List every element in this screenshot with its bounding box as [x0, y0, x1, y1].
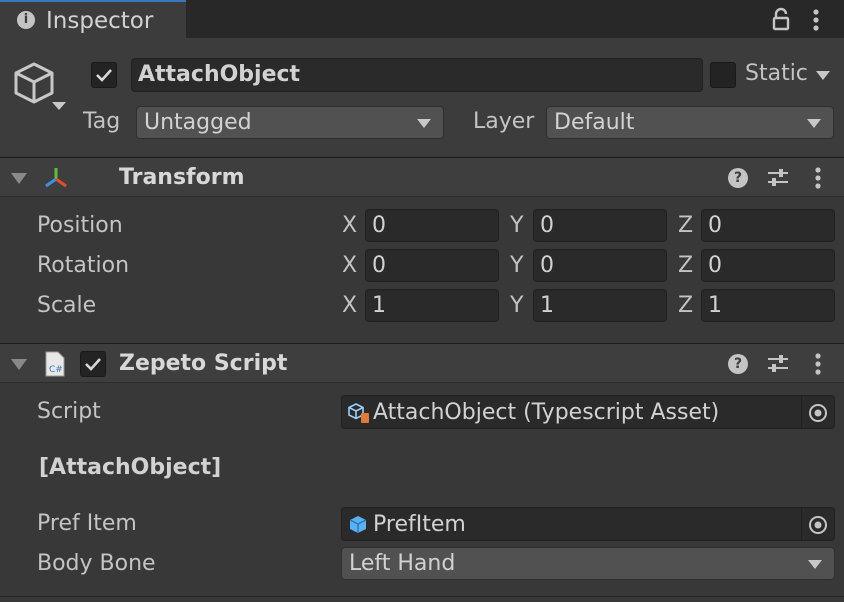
preset-sliders-icon[interactable]	[766, 353, 790, 375]
dropdown-arrow-icon	[417, 119, 431, 128]
rotation-x-axis[interactable]: X	[342, 253, 357, 278]
object-picker-icon	[809, 516, 827, 534]
pref-item-value: PrefItem	[373, 512, 466, 537]
preset-sliders-icon[interactable]	[766, 167, 790, 189]
lock-icon[interactable]	[770, 7, 792, 31]
object-name-field[interactable]: AttachObject	[131, 58, 703, 92]
tag-label: Tag	[83, 109, 121, 134]
object-picker-icon	[809, 404, 827, 422]
check-icon	[85, 358, 101, 371]
script-picker[interactable]	[801, 396, 834, 428]
script-label: Script	[37, 399, 101, 424]
dropdown-arrow-icon	[807, 119, 821, 128]
scale-x-axis[interactable]: X	[342, 293, 357, 318]
check-icon	[96, 69, 112, 82]
scale-x-field[interactable]: 1	[365, 289, 499, 322]
rotation-z-axis[interactable]: Z	[678, 253, 693, 278]
scale-y-field[interactable]: 1	[533, 289, 667, 322]
gameobject-cube-icon[interactable]	[12, 60, 68, 112]
static-checkbox[interactable]	[710, 62, 736, 88]
body-bone-label: Body Bone	[37, 551, 156, 576]
transform-title: Transform	[119, 165, 245, 190]
static-label[interactable]: Static	[745, 61, 808, 86]
pref-item-object-field[interactable]: PrefItem	[341, 507, 835, 541]
layer-value: Default	[554, 110, 635, 135]
help-icon[interactable]: ?	[728, 168, 748, 188]
rotation-x-field[interactable]: 0	[365, 249, 499, 282]
section-header: [AttachObject]	[39, 455, 222, 480]
position-y-axis[interactable]: Y	[510, 213, 523, 238]
info-icon: i	[17, 11, 35, 29]
scale-label: Scale	[37, 293, 97, 318]
transform-header[interactable]: Transform ?	[0, 157, 844, 197]
foldout-arrow-icon[interactable]	[11, 359, 27, 370]
svg-text:C#: C#	[49, 365, 63, 375]
more-icon[interactable]	[810, 166, 826, 190]
help-icon[interactable]: ?	[728, 354, 748, 374]
script-object-field[interactable]: AttachObject (Typescript Asset)	[341, 395, 835, 429]
tag-dropdown[interactable]: Untagged	[136, 106, 444, 139]
position-label: Position	[37, 213, 123, 238]
rotation-y-field[interactable]: 0	[533, 249, 667, 282]
tab-bar: i Inspector	[0, 0, 844, 38]
transform-axes-icon	[45, 168, 67, 188]
zepeto-script-title: Zepeto Script	[119, 351, 288, 376]
tab-title: Inspector	[46, 8, 154, 34]
layer-dropdown[interactable]: Default	[546, 106, 834, 139]
inspector-tab[interactable]: i Inspector	[0, 0, 186, 38]
bottom-divider	[0, 596, 844, 597]
pref-item-picker[interactable]	[801, 508, 834, 540]
foldout-arrow-icon[interactable]	[11, 173, 27, 184]
static-dropdown-arrow-icon[interactable]	[815, 70, 831, 82]
more-icon[interactable]	[808, 8, 824, 32]
dropdown-arrow-icon	[808, 560, 822, 569]
position-y-field[interactable]: 0	[533, 209, 667, 242]
zepeto-script-header[interactable]: C# Zepeto Script ?	[0, 343, 844, 383]
csharp-script-icon: C#	[45, 351, 65, 377]
active-checkbox[interactable]	[91, 62, 117, 88]
position-z-field[interactable]: 0	[701, 209, 835, 242]
more-icon[interactable]	[810, 352, 826, 376]
typescript-asset-icon	[348, 403, 369, 423]
scale-y-axis[interactable]: Y	[510, 293, 523, 318]
pref-item-label: Pref Item	[37, 511, 137, 536]
rotation-label: Rotation	[37, 253, 130, 278]
layer-label: Layer	[473, 109, 535, 134]
position-x-field[interactable]: 0	[365, 209, 499, 242]
script-enabled-checkbox[interactable]	[80, 351, 106, 377]
body-bone-dropdown[interactable]: Left Hand	[341, 547, 835, 580]
rotation-y-axis[interactable]: Y	[510, 253, 523, 278]
script-value: AttachObject (Typescript Asset)	[373, 400, 720, 425]
prefab-cube-icon	[349, 516, 367, 533]
scale-z-axis[interactable]: Z	[678, 293, 693, 318]
scale-z-field[interactable]: 1	[701, 289, 835, 322]
body-bone-value: Left Hand	[349, 551, 456, 576]
position-x-axis[interactable]: X	[342, 213, 357, 238]
tag-value: Untagged	[144, 110, 252, 135]
rotation-z-field[interactable]: 0	[701, 249, 835, 282]
position-z-axis[interactable]: Z	[678, 213, 693, 238]
